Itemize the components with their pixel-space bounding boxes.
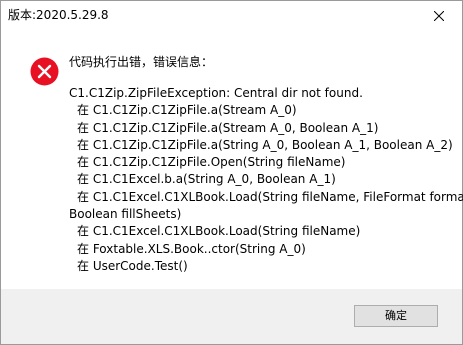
window-title: 版本:2020.5.29.8 [8,8,109,22]
close-icon [434,11,444,21]
error-heading: 代码执行出错，错误信息： [69,55,214,69]
title-bar[interactable]: 版本:2020.5.29.8 [1,1,462,31]
message-line: 在 C1.C1Zip.C1ZipFile.a(String A_0, Boole… [77,137,453,152]
ok-button[interactable]: 确定 [354,305,438,327]
message-line: 在 C1.C1Excel.C1XLBook.Load(String fileNa… [77,224,361,239]
message-line: C1.C1Zip.ZipFileException: Central dir n… [69,86,363,100]
error-message: C1.C1Zip.ZipFileException: Central dir n… [69,85,463,275]
message-line: 在 UserCode.Test() [77,258,188,273]
message-line: 在 C1.C1Zip.C1ZipFile.a(Stream A_0, Boole… [77,120,379,135]
message-line: 在 C1.C1Zip.C1ZipFile.a(Stream A_0) [77,103,297,118]
dialog-content: 代码执行出错，错误信息： C1.C1Zip.ZipFileException: … [1,31,463,289]
message-line: Boolean fillSheets) [69,207,182,222]
close-button[interactable] [416,1,462,31]
message-line: 在 C1.C1Excel.C1XLBook.Load(String fileNa… [77,189,463,204]
error-dialog-window: 版本:2020.5.29.8 代码执行出错，错误信息： C1.C1Zip.Zip… [0,0,463,345]
error-icon [30,57,59,86]
message-line: 在 C1.C1Excel.b.a(String A_0, Boolean A_1… [77,172,336,187]
message-line: 在 C1.C1Zip.C1ZipFile.Open(String fileNam… [77,155,346,170]
dialog-footer: 确定 [1,289,462,344]
message-line: 在 Foxtable.XLS.Book..ctor(String A_0) [77,241,306,256]
